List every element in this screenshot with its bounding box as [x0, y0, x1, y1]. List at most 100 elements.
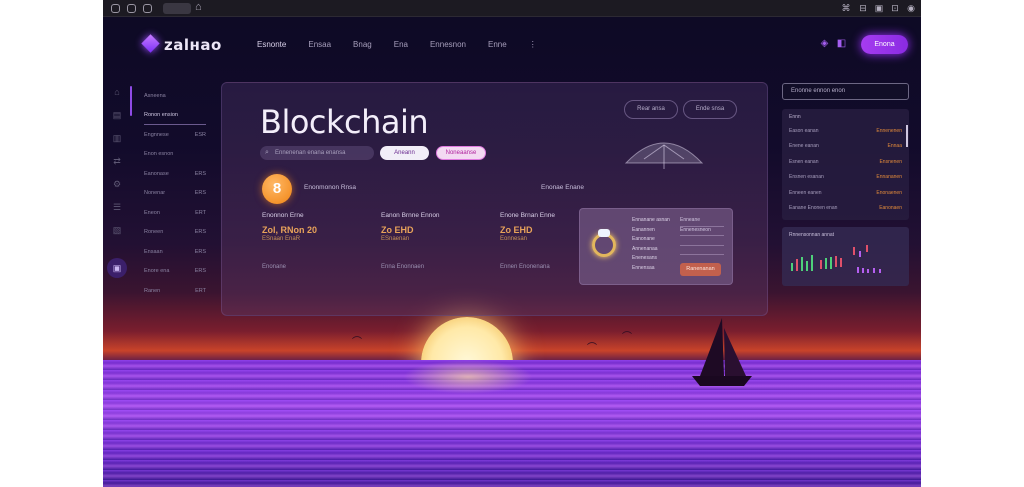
candle — [791, 263, 793, 271]
detail-line: Eanannen — [632, 226, 655, 233]
page-title: Blockchain — [260, 103, 429, 141]
browser-chrome: ⌂ ⌘ ⊟ ▣ ⊡ ◉ — [103, 0, 921, 17]
stat-label: Eanon Brnne Ennon — [381, 212, 440, 219]
candle — [867, 269, 869, 273]
coin-icon: 8 — [262, 174, 292, 204]
list-item[interactable]: Eanane Enonen enan Eanonaen — [782, 201, 909, 217]
chart-icon[interactable]: ▤ — [111, 109, 123, 121]
candle — [796, 259, 798, 271]
candle — [811, 255, 813, 271]
sidebar-item[interactable]: Ronon ension — [144, 106, 206, 125]
sidebar-item[interactable]: Ranen ERT — [144, 281, 206, 301]
sidebar-item[interactable]: Nonenar ERS — [144, 184, 206, 204]
nav-item[interactable]: Ena — [394, 40, 408, 49]
stat-block: Enonnon Erne Zol, RNon 20 ESnaan EnaR En… — [262, 212, 377, 270]
swap-icon[interactable]: ⇄ — [111, 155, 123, 167]
sidebar-icons: ⌂ ▤ ▥ ⇄ ⚙ ☰ ▧ — [111, 86, 123, 247]
nav-item[interactable]: Ensaa — [308, 40, 331, 49]
connect-button[interactable]: Enona — [861, 35, 908, 54]
top-nav: Esnonte Ensaa Bnag Ena Ennesnon Enne ⋮ — [257, 40, 537, 49]
bookmark-icon[interactable]: ⊟ — [858, 3, 868, 13]
back-icon[interactable] — [111, 4, 120, 13]
right-search-input[interactable]: Enonne ennon enon — [782, 83, 909, 100]
list-item[interactable]: Eason eanan Ennenenen — [782, 123, 909, 139]
filter-pill[interactable]: Rear ansa — [624, 100, 678, 119]
detail-line: Eanonane — [632, 236, 655, 242]
field-line[interactable] — [680, 236, 724, 246]
sidebar-item[interactable]: Enon esnon — [144, 145, 206, 165]
field-line[interactable]: Ennenesneon — [680, 227, 724, 236]
profile-icon[interactable]: ▣ — [107, 258, 127, 278]
candle — [862, 268, 864, 273]
panel-header: Ennn — [789, 114, 801, 120]
chart-title: Rnnensonnan annat — [789, 232, 835, 238]
lock-icon[interactable]: ▧ — [111, 224, 123, 236]
list-item[interactable]: Esnen eanan Ensnenen — [782, 154, 909, 170]
brand-name[interactable]: zalнaо — [164, 36, 222, 54]
nav-item[interactable]: Esnonte — [257, 40, 286, 49]
users-icon[interactable]: ☰ — [111, 201, 123, 213]
sidebar-active-rail — [130, 86, 132, 116]
detail-line: Ennanane asnan — [632, 217, 670, 223]
sidebar-item[interactable]: Enore ena ERS — [144, 262, 206, 282]
hero-card: Blockchain Rear ansa Ende snsa ⌕ Ennenen… — [221, 82, 768, 316]
field-line[interactable]: Enneane — [680, 217, 724, 227]
candle — [806, 261, 808, 271]
browser-tab[interactable] — [163, 3, 191, 14]
sun-reflection — [403, 360, 533, 394]
forward-icon[interactable] — [127, 4, 136, 13]
shield-icon[interactable]: ▣ — [874, 3, 884, 13]
bird-icon: ⌒ — [587, 343, 597, 354]
search-input-text: Ennenenan enana enansa — [275, 150, 346, 156]
stat-footer: Enonane — [262, 264, 287, 270]
sidebar-item[interactable]: Ensaan ERS — [144, 242, 206, 262]
wallet-icon[interactable]: ◈ — [819, 38, 830, 49]
extension-icon[interactable]: ⌘ — [841, 3, 851, 13]
stat-label: Enonnon Erne — [262, 212, 304, 219]
buy-button[interactable]: Ranenanan — [680, 263, 721, 276]
coin-right-label: Enonae Enane — [541, 184, 585, 191]
sidebar-item[interactable]: Asneena — [144, 86, 206, 106]
settings-icon[interactable]: ⚙ — [111, 178, 123, 190]
market-panel: Ennn Eason eanan Ennenenen Enene eanan Enn… — [782, 109, 909, 220]
search-input[interactable]: ⌕ Ennenenan enana enansa — [260, 146, 374, 160]
share-icon[interactable]: ⊡ — [890, 3, 900, 13]
secondary-pill-button[interactable]: Noneaanse — [436, 146, 486, 160]
nav-item[interactable]: Ennesnon — [430, 40, 466, 49]
sidebar-item[interactable]: Eanonase ERS — [144, 164, 206, 184]
candle — [853, 247, 855, 255]
primary-pill-button[interactable]: Aneann — [380, 146, 429, 160]
field-line[interactable] — [680, 246, 724, 255]
nav-item[interactable]: Bnag — [353, 40, 372, 49]
stat-value: Zol, RNon 20 — [262, 225, 318, 235]
stat-sub: ESnaenan — [381, 236, 410, 242]
nft-details: Ennanane asnan Eanannen Eanonane Annenan… — [632, 217, 676, 274]
reload-icon[interactable] — [143, 4, 152, 13]
menu-icon[interactable]: ◉ — [906, 3, 916, 13]
wallet-icon[interactable]: ▥ — [111, 132, 123, 144]
nav-item[interactable]: Enne — [488, 40, 507, 49]
mini-chart-panel: Rnnensonnan annat — [782, 227, 909, 286]
stat-sub: ESnaan EnaR — [262, 236, 301, 242]
detail-line: Enenesans — [632, 255, 658, 261]
candle — [830, 257, 832, 269]
stat-footer: Enna Enonnaen — [381, 264, 425, 270]
sidebar-item[interactable]: Roneen ERS — [144, 223, 206, 243]
sidebar-item[interactable]: Engnnese ESR — [144, 125, 206, 145]
notification-icon[interactable]: ◧ — [836, 38, 847, 49]
candle — [801, 257, 803, 271]
list-item[interactable]: Ensnen esanan Ennananen — [782, 170, 909, 186]
detail-line: Ennensaa — [632, 264, 655, 271]
list-item[interactable]: Enene eanan Ennaa — [782, 139, 909, 155]
home-icon[interactable]: ⌂ — [111, 86, 123, 98]
scrollbar[interactable] — [906, 125, 908, 147]
bird-icon: ⌒ — [622, 332, 632, 343]
sidebar-item[interactable]: Eneon ERT — [144, 203, 206, 223]
filter-pill[interactable]: Ende snsa — [683, 100, 737, 119]
list-item[interactable]: Enneen eanen Enonaenen — [782, 185, 909, 201]
new-tab-icon[interactable]: ⌂ — [195, 1, 202, 13]
candle — [820, 260, 822, 269]
more-icon[interactable]: ⋮ — [529, 40, 537, 49]
detail-line: Annenanaa — [632, 245, 658, 252]
nft-panel: Ennanane asnan Eanannen Eanonane Annenan… — [579, 208, 733, 285]
